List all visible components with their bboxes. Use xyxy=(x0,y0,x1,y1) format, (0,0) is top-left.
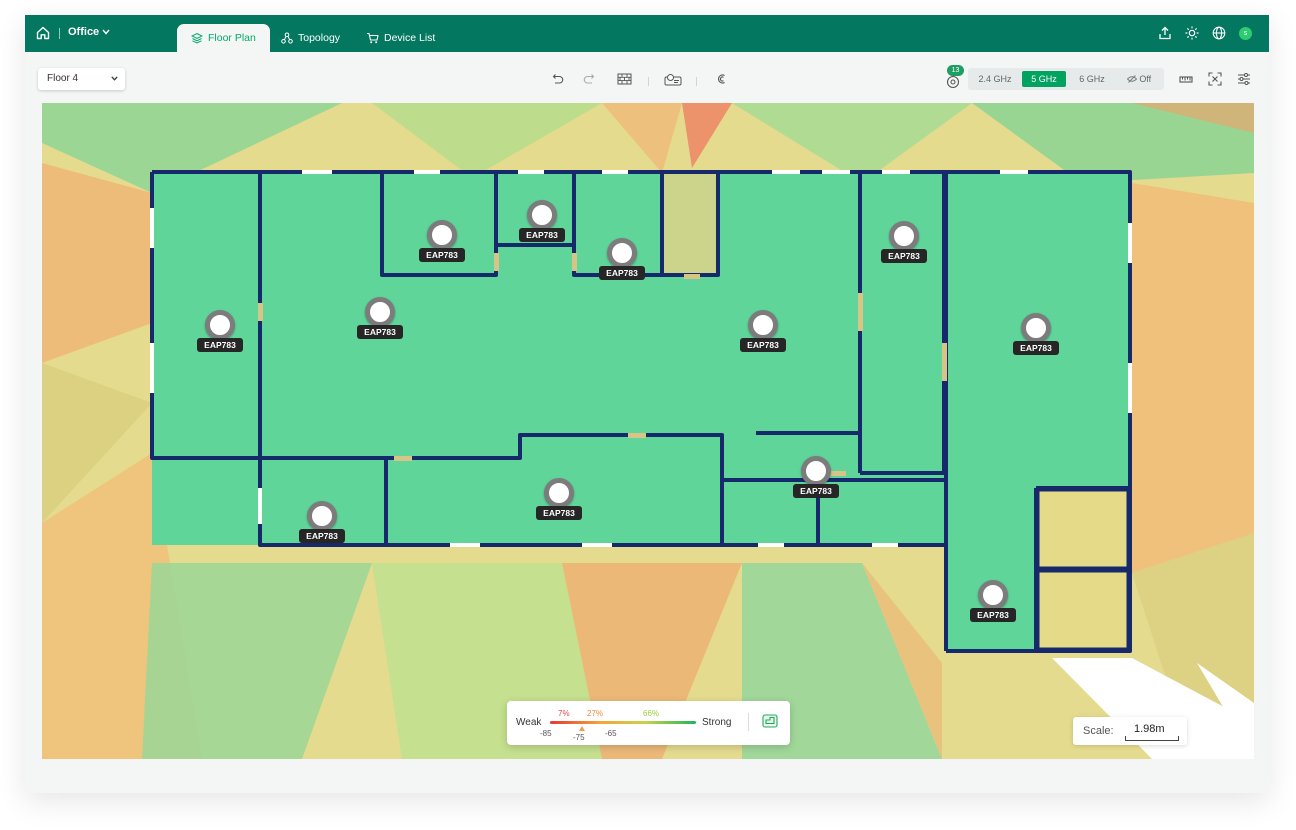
legend-pct: 7% xyxy=(558,709,570,718)
scale-value: 1.98m xyxy=(1134,723,1165,735)
legend-strong-label: Strong xyxy=(702,717,732,728)
export-icon[interactable] xyxy=(1158,26,1172,40)
band-5ghz[interactable]: 5 GHz xyxy=(1022,71,1066,87)
tab-device-list[interactable]: Device List xyxy=(366,24,435,52)
ap-icon xyxy=(748,310,778,340)
legend-dbm: -75 xyxy=(573,733,585,742)
legend-dbm: -85 xyxy=(540,729,552,738)
band-off-label: Off xyxy=(1139,74,1152,84)
ap-icon xyxy=(978,580,1008,610)
globe-icon[interactable] xyxy=(1212,26,1226,40)
fullscreen-icon[interactable] xyxy=(1208,72,1222,86)
ap-icon xyxy=(889,221,919,251)
floor-select-value: Floor 4 xyxy=(47,73,79,84)
ap-label: EAP783 xyxy=(357,325,403,339)
tab-floor-plan[interactable]: Floor Plan xyxy=(177,24,270,52)
floor-select[interactable]: Floor 4 xyxy=(38,68,125,90)
chevron-down-icon xyxy=(102,29,110,35)
ap-label: EAP783 xyxy=(970,608,1016,622)
ap-icon xyxy=(1021,313,1051,343)
ap-icon xyxy=(205,310,235,340)
settings-sliders-icon[interactable] xyxy=(1237,72,1251,86)
map-scale: Scale: 1.98m xyxy=(1073,717,1187,745)
ap-icon xyxy=(527,200,557,230)
home-icon[interactable] xyxy=(35,25,51,41)
ap-icon xyxy=(427,220,457,250)
ruler-icon[interactable] xyxy=(1179,72,1193,86)
band-off[interactable]: Off xyxy=(1118,71,1160,87)
layers-icon xyxy=(191,32,203,44)
eye-off-icon xyxy=(1126,75,1137,83)
undo-icon[interactable] xyxy=(552,73,564,85)
cart-icon xyxy=(367,32,379,44)
device-count-badge: 13 xyxy=(947,65,964,76)
ap-label: EAP783 xyxy=(536,506,582,520)
theme-icon[interactable] xyxy=(1185,26,1199,40)
scale-label: Scale: xyxy=(1083,725,1114,737)
ap-icon xyxy=(307,501,337,531)
legend-weak-label: Weak xyxy=(516,717,542,728)
floor-plan-heatmap[interactable]: EAP783 EAP783 EAP783 EAP783 EAP783 EAP78… xyxy=(42,103,1254,759)
ap-label: EAP783 xyxy=(881,249,927,263)
tab-topology[interactable]: Topology xyxy=(281,24,340,52)
band-2-4ghz[interactable]: 2.4 GHz xyxy=(972,71,1018,87)
floor-toolbar: Floor 4 13 2.4 GHz 5 GHz 6 GHz Off xyxy=(25,52,1269,102)
ap-label: EAP783 xyxy=(793,484,839,498)
band-6ghz[interactable]: 6 GHz xyxy=(1070,71,1114,87)
band-selector: 2.4 GHz 5 GHz 6 GHz Off xyxy=(968,68,1164,90)
ap-icon xyxy=(607,238,637,268)
app-window: Office Floor Plan Topology Device List s… xyxy=(25,15,1269,793)
tab-label: Topology xyxy=(298,32,341,44)
ap-label: EAP783 xyxy=(197,338,243,352)
chevron-down-icon xyxy=(111,76,118,81)
wall-icon[interactable] xyxy=(617,73,632,85)
ap-label: EAP783 xyxy=(599,266,645,280)
divider xyxy=(748,713,749,731)
legend-gradient-bar xyxy=(550,721,696,724)
tab-label: Device List xyxy=(384,32,436,44)
site-name: Office xyxy=(68,26,100,38)
floor-plan-walls xyxy=(150,170,1132,653)
add-device-icon[interactable] xyxy=(664,73,682,86)
divider xyxy=(59,28,60,39)
ap-label: EAP783 xyxy=(1013,341,1059,355)
tab-label: Floor Plan xyxy=(208,32,256,44)
redo-icon[interactable] xyxy=(583,73,595,85)
top-nav-bar: Office Floor Plan Topology Device List s xyxy=(25,15,1269,52)
ap-label: EAP783 xyxy=(299,529,345,543)
ap-label: EAP783 xyxy=(740,338,786,352)
ap-icon xyxy=(365,297,395,327)
legend-dbm: -65 xyxy=(605,729,617,738)
legend-threshold-marker[interactable] xyxy=(579,726,585,731)
coverage-toggle-icon[interactable] xyxy=(762,714,778,730)
ap-label: EAP783 xyxy=(519,228,565,242)
signal-legend: Weak 7% 27% 66% -85 -75 -65 Strong xyxy=(507,701,790,745)
user-avatar[interactable]: s xyxy=(1239,27,1252,40)
legend-pct: 66% xyxy=(643,709,660,718)
site-selector[interactable]: Office xyxy=(68,26,110,38)
scale-ruler xyxy=(1125,736,1179,741)
legend-pct: 27% xyxy=(587,709,604,718)
ap-label: EAP783 xyxy=(419,248,465,262)
ap-icon xyxy=(544,478,574,508)
divider xyxy=(648,77,649,86)
signal-icon[interactable] xyxy=(716,73,728,85)
divider xyxy=(696,77,697,86)
ap-icon xyxy=(801,456,831,486)
topology-icon xyxy=(281,32,293,44)
